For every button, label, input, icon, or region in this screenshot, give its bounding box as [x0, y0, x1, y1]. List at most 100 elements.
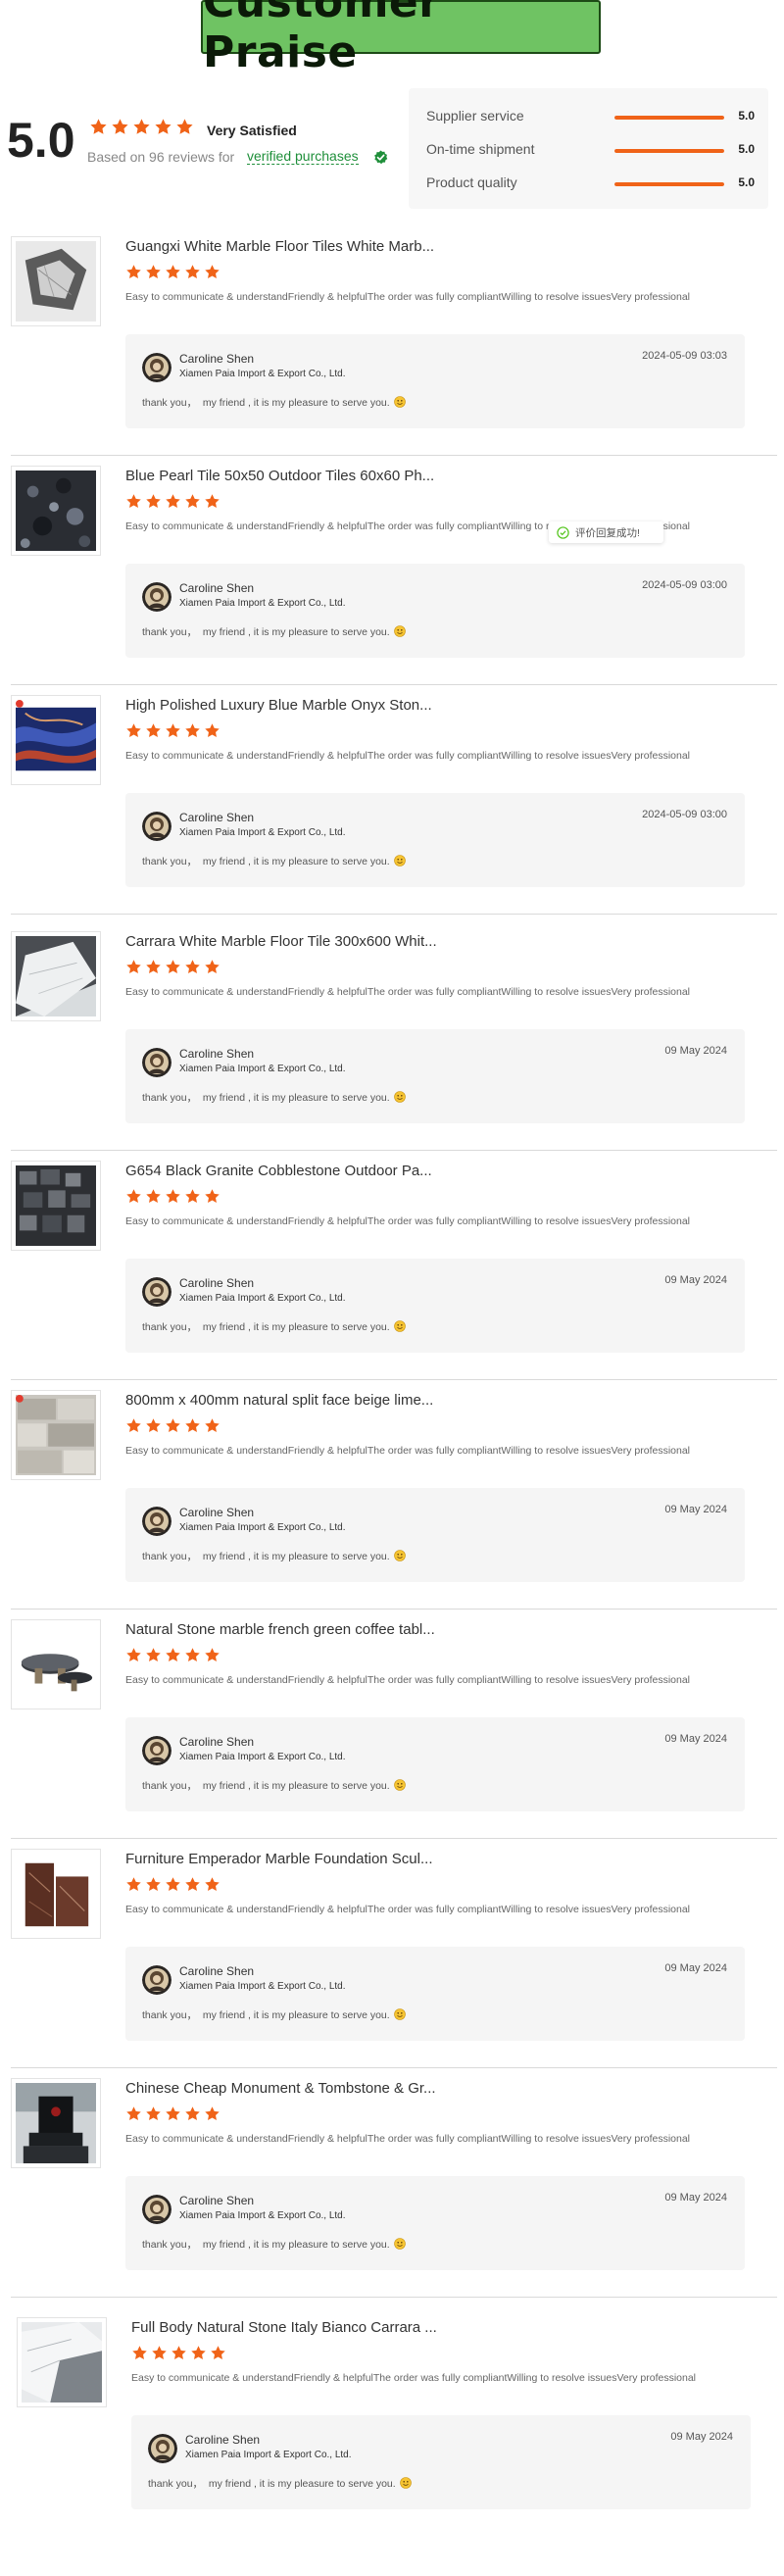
reply-text: thank you， my friend , it is my pleasure…: [148, 2476, 412, 2491]
product-title-link[interactable]: Blue Pearl Tile 50x50 Outdoor Tiles 60x6…: [125, 468, 434, 484]
smile-emoji-icon: [393, 855, 406, 867]
product-title-link[interactable]: Chinese Cheap Monument & Tombstone & Gr.…: [125, 2080, 436, 2097]
reply-message: thank you， my friend , it is my pleasure…: [142, 2239, 390, 2251]
product-title-link[interactable]: Furniture Emperador Marble Foundation Sc…: [125, 1851, 432, 1867]
star-icon: [165, 264, 181, 280]
rating-row-on-time-shipment: On-time shipment 5.0: [426, 140, 755, 160]
smile-emoji-icon: [393, 396, 406, 408]
rating-bar: [614, 149, 724, 153]
star-icon: [125, 264, 142, 280]
avatar: [148, 2434, 177, 2463]
product-title-link[interactable]: Guangxi White Marble Floor Tiles White M…: [125, 238, 434, 255]
star-icon: [165, 1876, 181, 1893]
reply-company: Xiamen Paia Import & Export Co., Ltd.: [179, 1064, 346, 1074]
star-icon: [165, 1188, 181, 1205]
review-stars: [125, 493, 220, 510]
review-stars: [125, 1417, 220, 1434]
reply-text: thank you， my friend , it is my pleasure…: [142, 1090, 406, 1105]
avatar: [142, 812, 172, 841]
product-title-link[interactable]: Natural Stone marble french green coffee…: [125, 1621, 435, 1638]
reply-author-name: Caroline Shen: [179, 352, 255, 366]
product-thumbnail[interactable]: [11, 236, 101, 326]
reply-author-name: Caroline Shen: [179, 1047, 255, 1061]
review-comment: Easy to communicate & understandFriendly…: [125, 1445, 691, 1457]
product-image: [16, 241, 96, 322]
product-image: [16, 1165, 96, 1246]
star-icon: [184, 1188, 201, 1205]
review-item: G654 Black Granite Cobblestone Outdoor P…: [11, 1151, 777, 1380]
product-title-link[interactable]: Full Body Natural Stone Italy Bianco Car…: [131, 2319, 437, 2336]
review-stars: [125, 1876, 220, 1893]
reply-author-name: Caroline Shen: [179, 1964, 255, 1978]
reply-text: thank you， my friend , it is my pleasure…: [142, 854, 406, 868]
star-icon: [131, 2345, 148, 2361]
reply-message: thank you， my friend , it is my pleasure…: [142, 397, 390, 409]
product-thumbnail[interactable]: [11, 466, 101, 556]
product-title-link[interactable]: G654 Black Granite Cobblestone Outdoor P…: [125, 1163, 432, 1179]
verified-check-icon: [374, 150, 388, 165]
review-comment: Easy to communicate & understandFriendly…: [125, 1904, 691, 1915]
avatar: [142, 1048, 172, 1077]
star-icon: [165, 2105, 181, 2122]
product-thumbnail[interactable]: [11, 1619, 101, 1709]
reply-message: thank you， my friend , it is my pleasure…: [142, 2009, 390, 2021]
star-icon: [145, 959, 162, 975]
smile-emoji-icon: [393, 2238, 406, 2250]
product-thumbnail[interactable]: [11, 695, 101, 785]
product-title-link[interactable]: Carrara White Marble Floor Tile 300x600 …: [125, 933, 437, 950]
reply-text: thank you， my friend , it is my pleasure…: [142, 624, 406, 639]
star-icon: [184, 493, 201, 510]
reply-company: Xiamen Paia Import & Export Co., Ltd.: [179, 1752, 346, 1762]
supplier-reply: Caroline Shen Xiamen Paia Import & Export…: [125, 1259, 745, 1353]
reply-author-name: Caroline Shen: [185, 2433, 261, 2447]
reply-company: Xiamen Paia Import & Export Co., Ltd.: [179, 1293, 346, 1304]
rating-value: 5.0: [738, 175, 755, 189]
star-icon: [165, 1417, 181, 1434]
smile-emoji-icon: [393, 1320, 406, 1332]
product-title-link[interactable]: 800mm x 400mm natural split face beige l…: [125, 1392, 433, 1409]
product-image: [16, 1624, 96, 1705]
star-icon: [125, 2105, 142, 2122]
product-title-link[interactable]: High Polished Luxury Blue Marble Onyx St…: [125, 697, 432, 714]
product-thumbnail[interactable]: [11, 2078, 101, 2168]
product-thumbnail[interactable]: [17, 2317, 107, 2407]
reply-message: thank you， my friend , it is my pleasure…: [142, 856, 390, 867]
verified-purchases-link[interactable]: verified purchases: [247, 148, 359, 165]
reply-text: thank you， my friend , it is my pleasure…: [142, 1319, 406, 1334]
review-item: Natural Stone marble french green coffee…: [11, 1610, 777, 1839]
reply-date: 09 May 2024: [664, 1045, 727, 1057]
product-thumbnail[interactable]: [11, 931, 101, 1021]
rating-row-product-quality: Product quality 5.0: [426, 173, 755, 193]
product-thumbnail[interactable]: [11, 1390, 101, 1480]
reply-date: 09 May 2024: [664, 2192, 727, 2204]
reply-message: thank you， my friend , it is my pleasure…: [142, 626, 390, 638]
star-icon: [204, 493, 220, 510]
star-icon: [154, 118, 172, 136]
based-on-text: Based on 96 reviews for: [87, 149, 235, 165]
rating-bar: [614, 182, 724, 186]
review-item: Furniture Emperador Marble Foundation Sc…: [11, 1839, 777, 2068]
satisfaction-label: Very Satisfied: [207, 123, 297, 138]
supplier-reply: Caroline Shen Xiamen Paia Import & Export…: [131, 2415, 751, 2509]
reply-company: Xiamen Paia Import & Export Co., Ltd.: [179, 2210, 346, 2221]
smile-emoji-icon: [393, 2008, 406, 2020]
product-image: [22, 2322, 102, 2403]
product-thumbnail[interactable]: [11, 1849, 101, 1939]
smile-emoji-icon: [393, 1091, 406, 1103]
star-icon: [204, 722, 220, 739]
rating-bar: [614, 116, 724, 120]
avatar: [142, 1277, 172, 1307]
star-icon: [125, 959, 142, 975]
star-icon: [175, 118, 194, 136]
star-icon: [184, 1417, 201, 1434]
star-icon: [184, 1647, 201, 1663]
product-thumbnail[interactable]: [11, 1161, 101, 1251]
star-icon: [204, 1647, 220, 1663]
supplier-reply: Caroline Shen Xiamen Paia Import & Export…: [125, 564, 745, 658]
reply-message: thank you， my friend , it is my pleasure…: [148, 2478, 396, 2490]
star-icon: [184, 264, 201, 280]
star-icon: [165, 493, 181, 510]
avatar: [142, 582, 172, 612]
product-image: [16, 1854, 96, 1934]
star-icon: [145, 1188, 162, 1205]
